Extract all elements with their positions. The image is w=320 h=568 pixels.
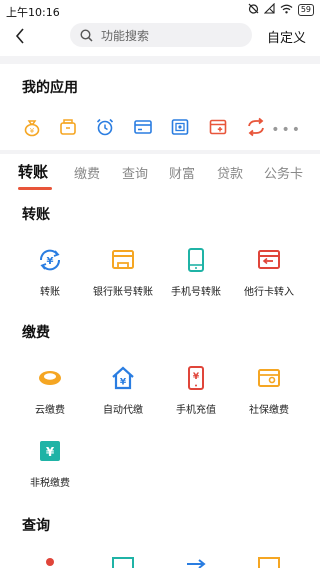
svg-text:¥: ¥: [120, 378, 127, 388]
svg-text:¥: ¥: [47, 256, 54, 267]
section-title-payment: 缴费: [22, 325, 50, 341]
social-security-label: 社保缴费: [249, 405, 289, 416]
no-alarm-icon: [248, 3, 259, 17]
exchange-icon[interactable]: [245, 116, 267, 138]
search-input[interactable]: 功能搜索: [70, 23, 252, 47]
section-title-query: 查询: [22, 518, 50, 534]
wallet-icon[interactable]: [57, 116, 79, 138]
bank-card-icon: [110, 247, 136, 273]
status-time: 上午10:16: [6, 6, 60, 19]
tab-payment[interactable]: 缴费: [74, 163, 100, 182]
divider: [0, 150, 320, 154]
category-tabs: 转账 缴费 查询 财富 贷款 公务卡: [0, 155, 320, 191]
back-button[interactable]: [10, 24, 30, 48]
mobile-topup-label: 手机充值: [176, 405, 216, 416]
query-item-1[interactable]: [10, 556, 90, 568]
wifi-icon: [280, 4, 293, 17]
bank-account-transfer-label: 银行账号转账: [93, 287, 153, 298]
divider: [0, 56, 320, 64]
tab-transfer[interactable]: 转账: [18, 161, 48, 182]
tab-official-card[interactable]: 公务卡: [264, 163, 303, 182]
signal-off-icon: [263, 2, 275, 17]
my-apps-row: ¥ •••: [0, 116, 320, 142]
safe-icon[interactable]: [169, 116, 191, 138]
non-tax-payment-item[interactable]: ¥ 非税缴费: [10, 438, 90, 489]
location-icon: [37, 556, 63, 568]
transfer-record-icon: [183, 556, 209, 568]
tab-wealth[interactable]: 财富: [169, 163, 195, 182]
non-tax-payment-label: 非税缴费: [30, 478, 70, 489]
section-title-transfer: 转账: [22, 207, 50, 223]
phone-recharge-icon: ¥: [183, 365, 209, 391]
customize-button[interactable]: 自定义: [267, 27, 306, 46]
transfer-icon: ¥: [37, 247, 63, 273]
back-arrow-icon: [15, 28, 24, 44]
statement-icon: [110, 556, 136, 568]
mobile-topup-item[interactable]: ¥ 手机充值: [156, 365, 236, 416]
social-security-icon: [256, 365, 282, 391]
tab-loan[interactable]: 贷款: [217, 163, 243, 182]
status-bar: 上午10:16 59: [0, 0, 320, 20]
non-tax-icon: ¥: [37, 438, 63, 464]
query-item-4[interactable]: [229, 556, 309, 568]
active-tab-indicator: [18, 187, 52, 190]
cloud-payment-label: 云缴费: [35, 405, 65, 416]
svg-text:¥: ¥: [46, 445, 55, 459]
auto-pay-label: 自动代缴: [103, 405, 143, 416]
phone-transfer-label: 手机号转账: [171, 287, 221, 298]
query-item-2[interactable]: [83, 556, 163, 568]
other-bank-transfer-in-label: 他行卡转入: [244, 287, 294, 298]
social-security-item[interactable]: 社保缴费: [229, 365, 309, 416]
system-icons: 59: [248, 2, 314, 17]
home-payment-icon: ¥: [110, 365, 136, 391]
transfer-item[interactable]: ¥ 转账: [10, 247, 90, 298]
alarm-clock-icon[interactable]: [94, 116, 116, 138]
auto-pay-item[interactable]: ¥ 自动代缴: [83, 365, 163, 416]
card-in-icon: [256, 247, 282, 273]
other-bank-transfer-in-item[interactable]: 他行卡转入: [229, 247, 309, 298]
phone-transfer-item[interactable]: 手机号转账: [156, 247, 236, 298]
svg-text:¥: ¥: [30, 127, 35, 135]
cloud-payment-item[interactable]: 云缴费: [10, 365, 90, 416]
search-icon: [80, 28, 93, 42]
bill-icon: [256, 556, 282, 568]
svg-text:¥: ¥: [193, 372, 200, 382]
bank-account-transfer-item[interactable]: 银行账号转账: [83, 247, 163, 298]
calendar-plus-icon[interactable]: [207, 116, 229, 138]
tab-query[interactable]: 查询: [122, 163, 148, 182]
mobile-phone-icon: [183, 247, 209, 273]
transfer-label: 转账: [40, 287, 60, 298]
card-icon[interactable]: [132, 116, 154, 138]
money-bag-icon[interactable]: ¥: [21, 116, 43, 138]
query-item-3[interactable]: [156, 556, 236, 568]
cloud-payment-icon: [37, 365, 63, 391]
header: 功能搜索 自定义: [0, 20, 320, 52]
search-placeholder: 功能搜索: [101, 28, 150, 43]
more-icon[interactable]: •••: [271, 122, 302, 138]
my-apps-title: 我的应用: [22, 80, 78, 96]
battery-indicator: 59: [297, 4, 314, 16]
